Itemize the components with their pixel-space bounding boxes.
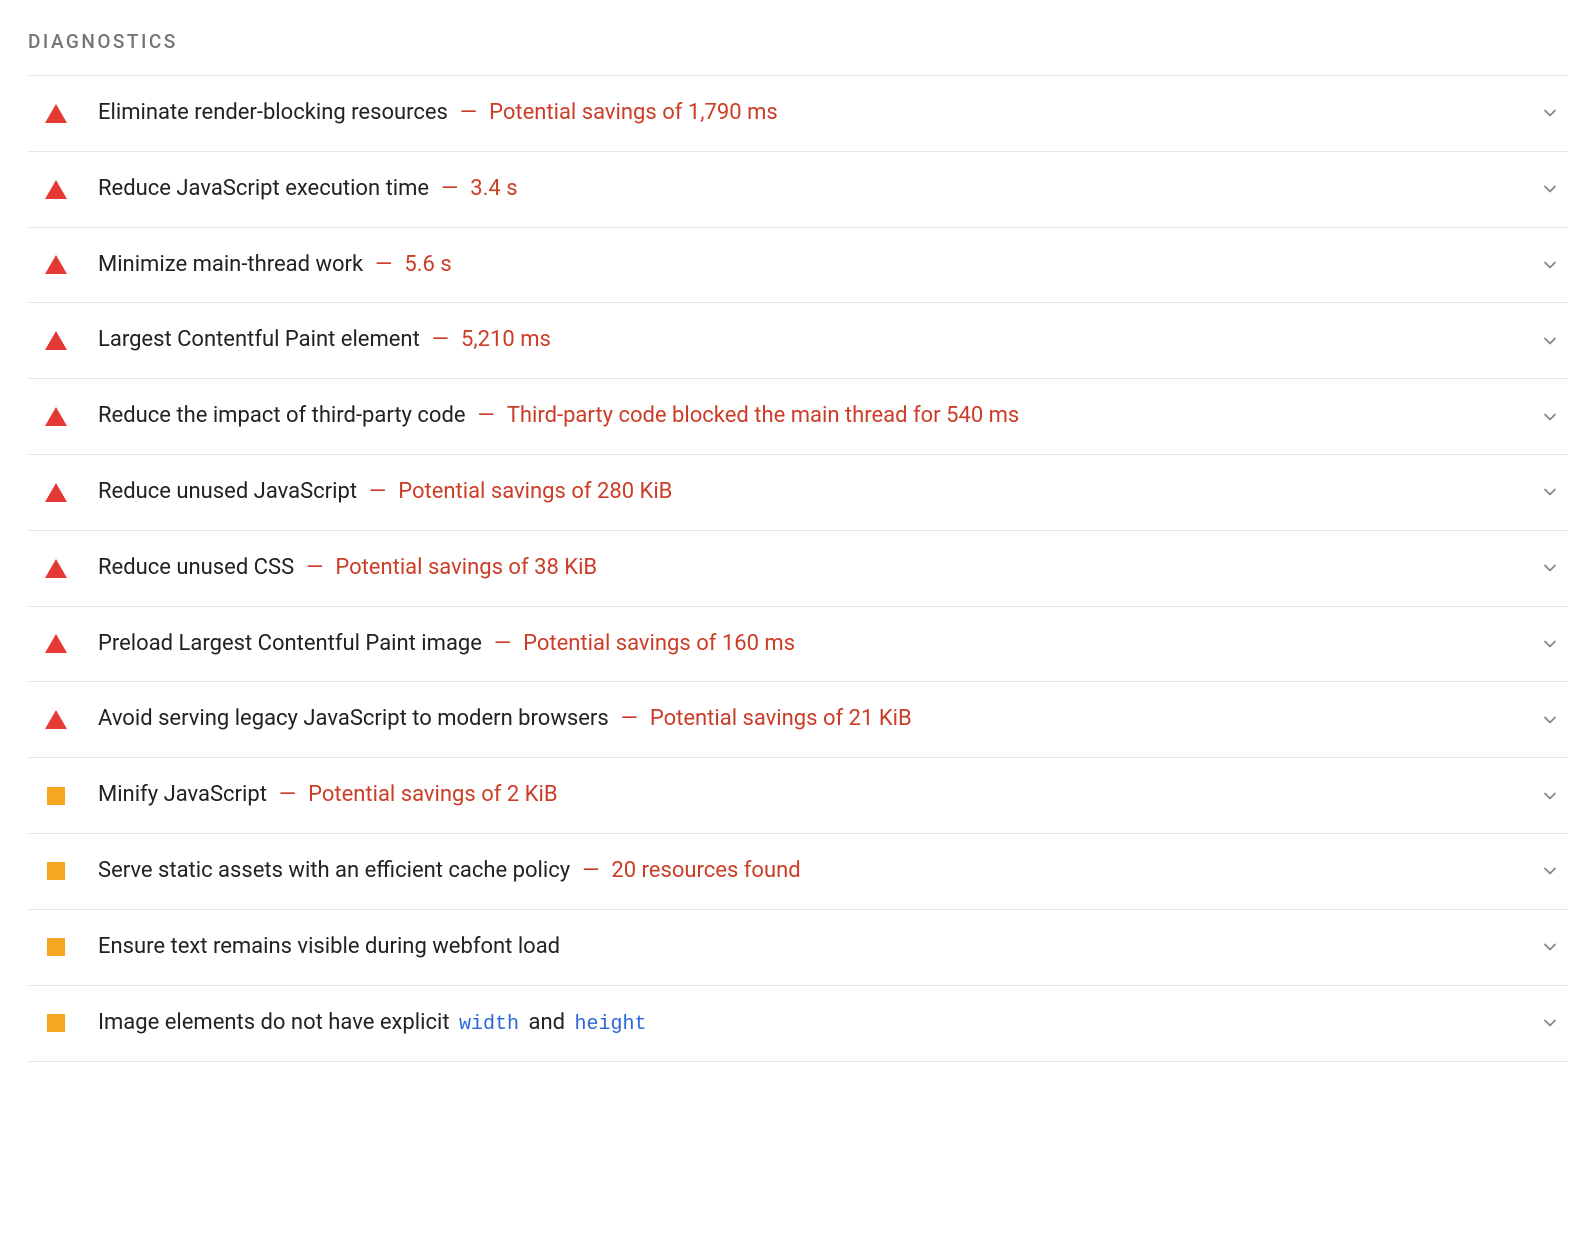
audit-value: Third-party code blocked the main thread…	[507, 401, 1020, 432]
audits-list: Eliminate render-blocking resources — Pote…	[28, 76, 1568, 1062]
fail-triangle-icon	[44, 253, 68, 277]
audit-value: 3.4 s	[470, 174, 517, 205]
fail-triangle-icon	[44, 480, 68, 504]
audit-separator: —	[621, 704, 638, 735]
code-tag: width	[459, 1013, 519, 1036]
audit-title: Avoid serving legacy JavaScript to moder…	[98, 704, 609, 735]
audit-value: 5,210 ms	[461, 325, 551, 356]
warn-square-icon	[44, 1011, 68, 1035]
audit-content: Eliminate render-blocking resources — Pote…	[98, 98, 1524, 129]
chevron-down-icon	[1540, 331, 1560, 351]
fail-triangle-icon	[44, 177, 68, 201]
audit-separator: —	[494, 629, 511, 660]
audit-separator: —	[582, 856, 599, 887]
fail-triangle-icon	[44, 708, 68, 732]
audit-title: Reduce the impact of third-party code	[98, 401, 466, 432]
audit-row[interactable]: Image elements do not have explicit widt…	[28, 986, 1568, 1062]
chevron-down-icon	[1540, 634, 1560, 654]
audit-content: Minify JavaScript — Potential savings of 2…	[98, 780, 1524, 811]
fail-triangle-icon	[44, 632, 68, 656]
audit-title: Eliminate render-blocking resources	[98, 98, 448, 129]
audit-title: Minimize main-thread work	[98, 250, 363, 281]
diagnostics-panel: DIAGNOSTICS Eliminate render-blocking re…	[20, 20, 1576, 1062]
audit-value: Potential savings of 21 KiB	[650, 704, 912, 735]
audit-title: Largest Contentful Paint element	[98, 325, 420, 356]
audit-content: Largest Contentful Paint element — 5,210 m…	[98, 325, 1524, 356]
audit-separator: —	[441, 174, 458, 205]
fail-triangle-icon	[44, 405, 68, 429]
fail-triangle-icon	[44, 101, 68, 125]
audit-separator: —	[369, 477, 386, 508]
warn-square-icon	[44, 784, 68, 808]
audit-title: Reduce unused JavaScript	[98, 477, 357, 508]
audit-title: Reduce JavaScript execution time	[98, 174, 429, 205]
audit-value: Potential savings of 280 KiB	[398, 477, 672, 508]
audit-title: Ensure text remains visible during webfo…	[98, 932, 560, 963]
audit-content: Reduce unused CSS — Potential savings of 3…	[98, 553, 1524, 584]
audit-row[interactable]: Serve static assets with an efficient ca…	[28, 834, 1568, 910]
audit-title: Preload Largest Contentful Paint image	[98, 629, 482, 660]
audit-title: Serve static assets with an efficient ca…	[98, 856, 570, 887]
audit-row[interactable]: Eliminate render-blocking resources — Pote…	[28, 76, 1568, 152]
audit-value: Potential savings of 2 KiB	[308, 780, 557, 811]
audit-separator: —	[460, 98, 477, 129]
chevron-down-icon	[1540, 407, 1560, 427]
audit-content: Minimize main-thread work — 5.6 s	[98, 250, 1524, 281]
audit-title: Image elements do not have explicit widt…	[98, 1008, 650, 1039]
chevron-down-icon	[1540, 103, 1560, 123]
chevron-down-icon	[1540, 937, 1560, 957]
audit-separator: —	[306, 553, 323, 584]
audit-row[interactable]: Preload Largest Contentful Paint image — P…	[28, 607, 1568, 683]
warn-square-icon	[44, 859, 68, 883]
audit-separator: —	[279, 780, 296, 811]
audit-content: Reduce unused JavaScript — Potential savin…	[98, 477, 1524, 508]
audit-row[interactable]: Minimize main-thread work — 5.6 s	[28, 228, 1568, 304]
audit-row[interactable]: Largest Contentful Paint element — 5,210 m…	[28, 303, 1568, 379]
audit-content: Reduce JavaScript execution time — 3.4 s	[98, 174, 1524, 205]
chevron-down-icon	[1540, 179, 1560, 199]
chevron-down-icon	[1540, 710, 1560, 730]
audit-row[interactable]: Reduce unused JavaScript — Potential savin…	[28, 455, 1568, 531]
audit-value: Potential savings of 38 KiB	[335, 553, 597, 584]
audit-row[interactable]: Reduce JavaScript execution time — 3.4 s	[28, 152, 1568, 228]
code-tag: height	[574, 1013, 646, 1036]
section-header: DIAGNOSTICS	[28, 20, 1568, 76]
audit-content: Image elements do not have explicit widt…	[98, 1008, 1524, 1039]
audit-row[interactable]: Avoid serving legacy JavaScript to moder…	[28, 682, 1568, 758]
audit-content: Reduce the impact of third-party code — Th…	[98, 401, 1524, 432]
audit-row[interactable]: Reduce unused CSS — Potential savings of 3…	[28, 531, 1568, 607]
audit-title: Reduce unused CSS	[98, 553, 294, 584]
chevron-down-icon	[1540, 1013, 1560, 1033]
audit-content: Serve static assets with an efficient ca…	[98, 856, 1524, 887]
audit-separator: —	[375, 250, 392, 281]
audit-value: 5.6 s	[404, 250, 451, 281]
audit-separator: —	[478, 401, 495, 432]
audit-row[interactable]: Reduce the impact of third-party code — Th…	[28, 379, 1568, 455]
audit-separator: —	[432, 325, 449, 356]
chevron-down-icon	[1540, 786, 1560, 806]
chevron-down-icon	[1540, 482, 1560, 502]
audit-content: Preload Largest Contentful Paint image — P…	[98, 629, 1524, 660]
audit-row[interactable]: Minify JavaScript — Potential savings of 2…	[28, 758, 1568, 834]
warn-square-icon	[44, 935, 68, 959]
audit-content: Avoid serving legacy JavaScript to moder…	[98, 704, 1524, 735]
fail-triangle-icon	[44, 329, 68, 353]
chevron-down-icon	[1540, 255, 1560, 275]
fail-triangle-icon	[44, 556, 68, 580]
audit-value: Potential savings of 1,790 ms	[489, 98, 778, 129]
audit-title: Minify JavaScript	[98, 780, 267, 811]
audit-row[interactable]: Ensure text remains visible during webfo…	[28, 910, 1568, 986]
audit-value: 20 resources found	[611, 856, 800, 887]
audit-value: Potential savings of 160 ms	[523, 629, 795, 660]
chevron-down-icon	[1540, 558, 1560, 578]
chevron-down-icon	[1540, 861, 1560, 881]
audit-content: Ensure text remains visible during webfo…	[98, 932, 1524, 963]
